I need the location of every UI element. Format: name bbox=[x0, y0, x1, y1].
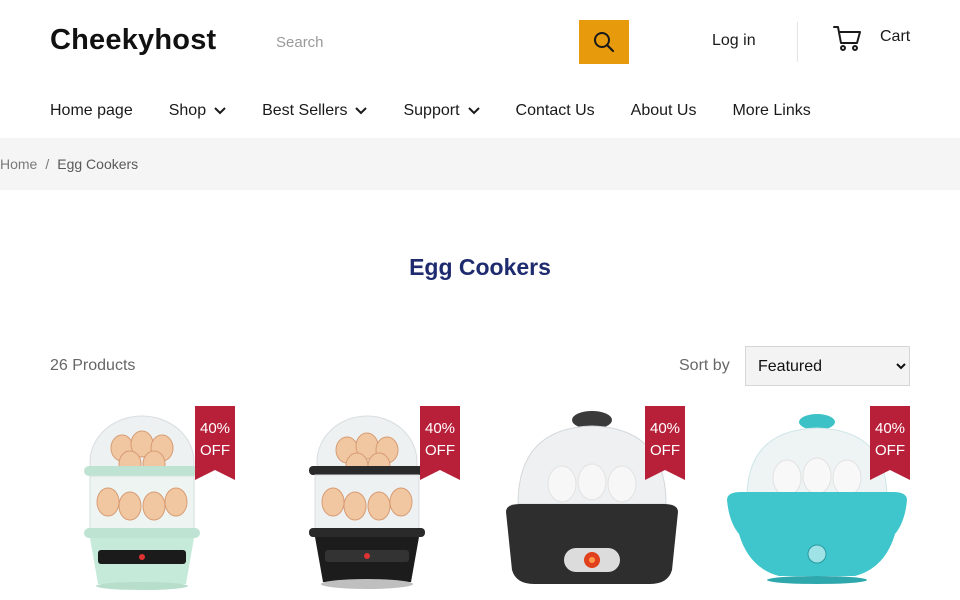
breadcrumb-current: Egg Cookers bbox=[57, 156, 139, 172]
nav-item-shop[interactable]: Shop bbox=[169, 102, 226, 120]
product-card[interactable]: 40% OFF bbox=[725, 404, 910, 600]
breadcrumb-home-link[interactable]: Home bbox=[0, 156, 37, 172]
breadcrumb-separator: / bbox=[45, 156, 50, 172]
nav-item-support[interactable]: Support bbox=[403, 102, 480, 120]
search-form bbox=[262, 20, 629, 64]
header-divider bbox=[797, 22, 798, 62]
product-card[interactable]: 40% OFF bbox=[500, 404, 685, 600]
nav-item-label: Home page bbox=[50, 102, 133, 119]
product-grid: 40% OFF 40% OFF 40% OFF 40% OFF bbox=[50, 404, 910, 600]
nav-item-about-us[interactable]: About Us bbox=[631, 102, 697, 120]
main-navigation: Home page Shop Best Sellers Support Cont… bbox=[50, 98, 847, 124]
breadcrumb: Home / Egg Cookers bbox=[0, 138, 960, 190]
nav-item-label: Shop bbox=[168, 102, 207, 119]
product-count: 26 Products bbox=[50, 357, 136, 374]
nav-item-label: More Links bbox=[732, 102, 811, 119]
collection-toolbar: 26 Products Sort by Featured bbox=[50, 346, 910, 386]
cart-link[interactable]: Cart bbox=[832, 24, 910, 52]
discount-badge-off: OFF bbox=[650, 442, 680, 459]
product-card[interactable]: 40% OFF bbox=[50, 404, 235, 600]
discount-badge: 40% OFF bbox=[870, 406, 910, 480]
chevron-down-icon bbox=[355, 107, 368, 115]
sort-select[interactable]: Featured bbox=[745, 346, 910, 386]
search-input[interactable] bbox=[262, 20, 579, 64]
nav-item-best-sellers[interactable]: Best Sellers bbox=[262, 102, 368, 120]
search-button[interactable] bbox=[579, 20, 629, 64]
discount-badge-percent: 40% bbox=[874, 420, 906, 437]
chevron-down-icon bbox=[214, 107, 226, 115]
discount-badge-percent: 40% bbox=[649, 420, 681, 437]
discount-badge: 40% OFF bbox=[195, 406, 235, 480]
search-icon bbox=[594, 32, 615, 53]
nav-item-label: Contact Us bbox=[515, 102, 595, 119]
discount-badge-percent: 40% bbox=[199, 420, 231, 437]
discount-badge-percent: 40% bbox=[424, 420, 456, 437]
login-link[interactable]: Log in bbox=[712, 32, 756, 50]
nav-item-label: Best Sellers bbox=[262, 102, 348, 119]
nav-item-contact-us[interactable]: Contact Us bbox=[516, 102, 595, 120]
site-header: Cheekyhost Log in Cart bbox=[0, 0, 960, 84]
nav-item-label: Support bbox=[403, 102, 460, 119]
page-title: Egg Cookers bbox=[409, 254, 551, 280]
discount-badge-off: OFF bbox=[875, 442, 905, 459]
nav-item-home-page[interactable]: Home page bbox=[50, 102, 133, 120]
cart-icon bbox=[833, 26, 861, 51]
discount-badge-off: OFF bbox=[425, 442, 455, 459]
sort-label: Sort by bbox=[679, 357, 730, 374]
store-logo[interactable]: Cheekyhost bbox=[50, 24, 216, 57]
cart-label: Cart bbox=[880, 28, 911, 45]
chevron-down-icon bbox=[467, 107, 480, 115]
discount-badge-off: OFF bbox=[200, 442, 230, 459]
discount-badge: 40% OFF bbox=[420, 406, 460, 480]
product-card[interactable]: 40% OFF bbox=[275, 404, 460, 600]
nav-item-label: About Us bbox=[630, 102, 697, 119]
nav-item-more-links[interactable]: More Links bbox=[732, 102, 810, 120]
discount-badge: 40% OFF bbox=[645, 406, 685, 480]
